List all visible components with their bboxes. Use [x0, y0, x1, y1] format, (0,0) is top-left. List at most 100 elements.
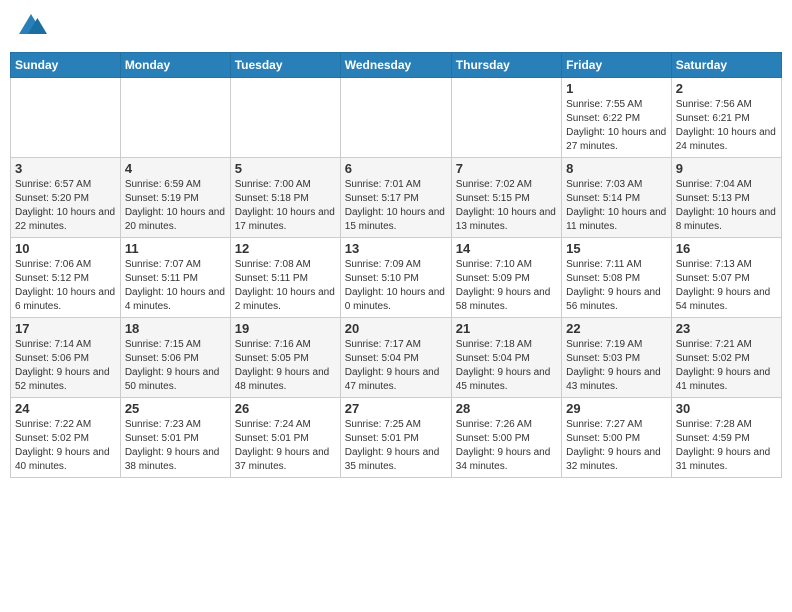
calendar-table: SundayMondayTuesdayWednesdayThursdayFrid… — [10, 52, 782, 478]
day-number: 22 — [566, 321, 667, 336]
calendar-cell: 14 Sunrise: 7:10 AM Sunset: 5:09 PM Dayli… — [451, 238, 561, 318]
day-number: 17 — [15, 321, 116, 336]
day-number: 10 — [15, 241, 116, 256]
day-info: Sunrise: 7:28 AM Sunset: 4:59 PM Dayligh… — [676, 418, 777, 474]
day-number: 7 — [456, 161, 557, 176]
calendar-cell: 1 Sunrise: 7:55 AM Sunset: 6:22 PM Daylig… — [562, 78, 672, 158]
calendar-cell: 6Sunrise: 7:01 AM Sunset: 5:17 PM Daylig… — [340, 158, 451, 238]
calendar-cell: 3 Sunrise: 6:57 AM Sunset: 5:20 PM Daylig… — [11, 158, 121, 238]
day-number: 14 — [456, 241, 557, 256]
day-info: Sunrise: 7:23 AM Sunset: 5:01 PM Dayligh… — [125, 418, 226, 474]
day-number: 4 — [125, 161, 226, 176]
calendar-cell: 26Sunrise: 7:24 AM Sunset: 5:01 PM Dayli… — [230, 398, 340, 478]
day-info: Sunrise: 7:22 AM Sunset: 5:02 PM Dayligh… — [15, 418, 116, 474]
day-number: 13 — [345, 241, 447, 256]
calendar-cell: 20 Sunrise: 7:17 AM Sunset: 5:04 PM Dayli… — [340, 318, 451, 398]
calendar-header-row: SundayMondayTuesdayWednesdayThursdayFrid… — [11, 53, 782, 78]
calendar-week-row: 1 Sunrise: 7:55 AM Sunset: 6:22 PM Daylig… — [11, 78, 782, 158]
calendar-cell: 23 Sunrise: 7:21 AM Sunset: 5:02 PM Dayli… — [671, 318, 781, 398]
day-number: 15 — [566, 241, 667, 256]
calendar-week-row: 17 Sunrise: 7:14 AM Sunset: 5:06 PM Dayli… — [11, 318, 782, 398]
day-info: Sunrise: 7:21 AM Sunset: 5:02 PM Dayligh… — [676, 338, 777, 394]
calendar-week-row: 3 Sunrise: 6:57 AM Sunset: 5:20 PM Daylig… — [11, 158, 782, 238]
day-info: Sunrise: 7:09 AM Sunset: 5:10 PM Dayligh… — [345, 258, 447, 314]
calendar-cell: 29Sunrise: 7:27 AM Sunset: 5:00 PM Dayli… — [562, 398, 672, 478]
day-number: 20 — [345, 321, 447, 336]
day-number: 28 — [456, 401, 557, 416]
day-info: Sunrise: 7:15 AM Sunset: 5:06 PM Dayligh… — [125, 338, 226, 394]
day-info: Sunrise: 7:10 AM Sunset: 5:09 PM Dayligh… — [456, 258, 557, 314]
calendar-week-row: 10 Sunrise: 7:06 AM Sunset: 5:12 PM Dayli… — [11, 238, 782, 318]
day-number: 21 — [456, 321, 557, 336]
calendar-cell: 30Sunrise: 7:28 AM Sunset: 4:59 PM Dayli… — [671, 398, 781, 478]
calendar-cell: 7 Sunrise: 7:02 AM Sunset: 5:15 PM Daylig… — [451, 158, 561, 238]
calendar-cell: 28 Sunrise: 7:26 AM Sunset: 5:00 PM Dayli… — [451, 398, 561, 478]
day-number: 6 — [345, 161, 447, 176]
day-number: 11 — [125, 241, 226, 256]
calendar-cell: 8 Sunrise: 7:03 AM Sunset: 5:14 PM Daylig… — [562, 158, 672, 238]
day-info: Sunrise: 7:02 AM Sunset: 5:15 PM Dayligh… — [456, 178, 557, 234]
weekday-header: Friday — [562, 53, 672, 78]
logo — [15, 10, 49, 42]
calendar-cell: 5Sunrise: 7:00 AM Sunset: 5:18 PM Daylig… — [230, 158, 340, 238]
day-number: 5 — [235, 161, 336, 176]
day-number: 12 — [235, 241, 336, 256]
day-number: 27 — [345, 401, 447, 416]
calendar-cell: 21 Sunrise: 7:18 AM Sunset: 5:04 PM Dayli… — [451, 318, 561, 398]
calendar-cell: 2 Sunrise: 7:56 AM Sunset: 6:21 PM Daylig… — [671, 78, 781, 158]
day-info: Sunrise: 7:24 AM Sunset: 5:01 PM Dayligh… — [235, 418, 336, 474]
day-number: 23 — [676, 321, 777, 336]
day-number: 19 — [235, 321, 336, 336]
weekday-header: Wednesday — [340, 53, 451, 78]
calendar-cell: 18 Sunrise: 7:15 AM Sunset: 5:06 PM Dayli… — [120, 318, 230, 398]
calendar-cell: 11Sunrise: 7:07 AM Sunset: 5:11 PM Dayli… — [120, 238, 230, 318]
day-info: Sunrise: 6:57 AM Sunset: 5:20 PM Dayligh… — [15, 178, 116, 234]
calendar-cell: 25 Sunrise: 7:23 AM Sunset: 5:01 PM Dayli… — [120, 398, 230, 478]
day-number: 16 — [676, 241, 777, 256]
calendar-cell: 17 Sunrise: 7:14 AM Sunset: 5:06 PM Dayli… — [11, 318, 121, 398]
calendar-cell: 19 Sunrise: 7:16 AM Sunset: 5:05 PM Dayli… — [230, 318, 340, 398]
day-info: Sunrise: 7:17 AM Sunset: 5:04 PM Dayligh… — [345, 338, 447, 394]
day-number: 24 — [15, 401, 116, 416]
calendar-cell — [451, 78, 561, 158]
calendar-cell — [340, 78, 451, 158]
calendar-cell — [120, 78, 230, 158]
calendar-cell — [11, 78, 121, 158]
weekday-header: Thursday — [451, 53, 561, 78]
calendar-cell: 9Sunrise: 7:04 AM Sunset: 5:13 PM Daylig… — [671, 158, 781, 238]
day-info: Sunrise: 7:25 AM Sunset: 5:01 PM Dayligh… — [345, 418, 447, 474]
weekday-header: Monday — [120, 53, 230, 78]
calendar-cell: 10 Sunrise: 7:06 AM Sunset: 5:12 PM Dayli… — [11, 238, 121, 318]
calendar-cell — [230, 78, 340, 158]
day-number: 8 — [566, 161, 667, 176]
day-number: 2 — [676, 81, 777, 96]
calendar-cell: 13 Sunrise: 7:09 AM Sunset: 5:10 PM Dayli… — [340, 238, 451, 318]
day-number: 3 — [15, 161, 116, 176]
calendar-cell: 27 Sunrise: 7:25 AM Sunset: 5:01 PM Dayli… — [340, 398, 451, 478]
day-info: Sunrise: 7:11 AM Sunset: 5:08 PM Dayligh… — [566, 258, 667, 314]
page: SundayMondayTuesdayWednesdayThursdayFrid… — [0, 0, 792, 612]
calendar-cell: 12 Sunrise: 7:08 AM Sunset: 5:11 PM Dayli… — [230, 238, 340, 318]
header — [10, 10, 782, 42]
weekday-header: Sunday — [11, 53, 121, 78]
day-number: 18 — [125, 321, 226, 336]
calendar-week-row: 24 Sunrise: 7:22 AM Sunset: 5:02 PM Dayli… — [11, 398, 782, 478]
day-info: Sunrise: 7:13 AM Sunset: 5:07 PM Dayligh… — [676, 258, 777, 314]
day-info: Sunrise: 7:04 AM Sunset: 5:13 PM Dayligh… — [676, 178, 777, 234]
calendar-cell: 16 Sunrise: 7:13 AM Sunset: 5:07 PM Dayli… — [671, 238, 781, 318]
day-info: Sunrise: 7:18 AM Sunset: 5:04 PM Dayligh… — [456, 338, 557, 394]
day-number: 1 — [566, 81, 667, 96]
calendar-cell: 15 Sunrise: 7:11 AM Sunset: 5:08 PM Dayli… — [562, 238, 672, 318]
day-info: Sunrise: 7:56 AM Sunset: 6:21 PM Dayligh… — [676, 98, 777, 154]
day-info: Sunrise: 7:26 AM Sunset: 5:00 PM Dayligh… — [456, 418, 557, 474]
weekday-header: Saturday — [671, 53, 781, 78]
day-info: Sunrise: 7:16 AM Sunset: 5:05 PM Dayligh… — [235, 338, 336, 394]
day-info: Sunrise: 7:08 AM Sunset: 5:11 PM Dayligh… — [235, 258, 336, 314]
day-info: Sunrise: 7:55 AM Sunset: 6:22 PM Dayligh… — [566, 98, 667, 154]
day-info: Sunrise: 7:03 AM Sunset: 5:14 PM Dayligh… — [566, 178, 667, 234]
day-info: Sunrise: 7:19 AM Sunset: 5:03 PM Dayligh… — [566, 338, 667, 394]
day-info: Sunrise: 7:06 AM Sunset: 5:12 PM Dayligh… — [15, 258, 116, 314]
day-info: Sunrise: 7:14 AM Sunset: 5:06 PM Dayligh… — [15, 338, 116, 394]
day-number: 25 — [125, 401, 226, 416]
logo-icon — [15, 10, 47, 42]
